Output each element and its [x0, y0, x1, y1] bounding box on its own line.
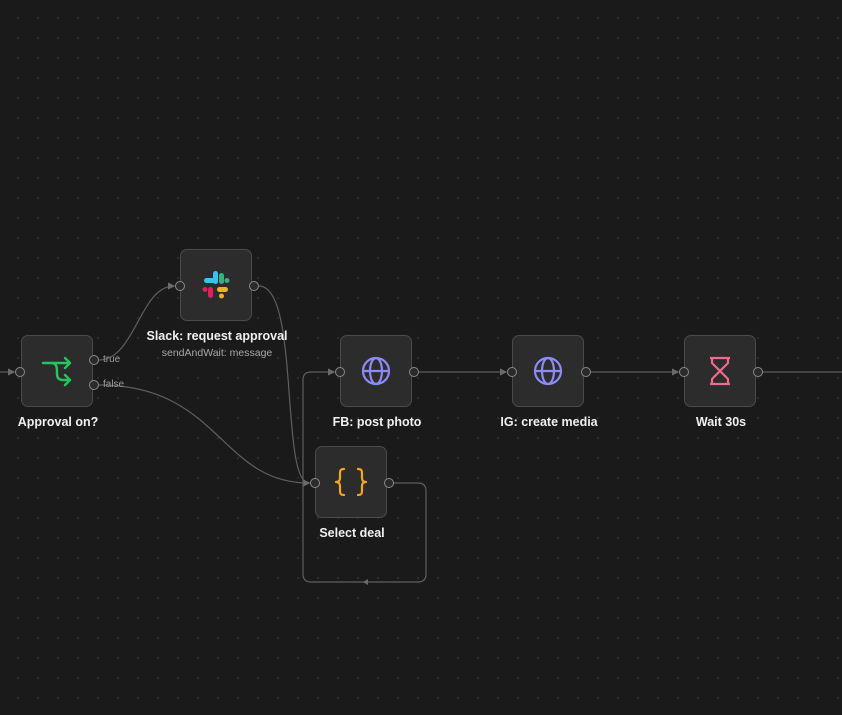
edge-false-to-select[interactable]: [98, 384, 311, 487]
fb-input-handle[interactable]: [335, 367, 345, 377]
select-input-handle[interactable]: [310, 478, 320, 488]
node-fb-post-photo[interactable]: [340, 335, 412, 407]
fb-label: FB: post photo: [332, 415, 422, 429]
false-branch-label: false: [103, 379, 125, 390]
ig-label: IG: create media: [500, 415, 598, 429]
ig-input-handle[interactable]: [507, 367, 517, 377]
fb-output-handle[interactable]: [409, 367, 419, 377]
wait-input-handle[interactable]: [679, 367, 689, 377]
approval-input-handle[interactable]: [15, 367, 25, 377]
approval-false-handle[interactable]: [89, 380, 99, 390]
node-wait[interactable]: [684, 335, 756, 407]
braces-icon: [334, 466, 368, 498]
workflow-canvas[interactable]: true false Approval on? Slack: request a…: [0, 0, 842, 715]
wait-output-handle[interactable]: [753, 367, 763, 377]
node-ig-create-media[interactable]: [512, 335, 584, 407]
node-select-deal[interactable]: [315, 446, 387, 518]
globe-icon: [360, 355, 392, 387]
select-output-handle[interactable]: [384, 478, 394, 488]
select-label: Select deal: [319, 526, 385, 540]
wait-label: Wait 30s: [695, 415, 747, 429]
slack-input-handle[interactable]: [175, 281, 185, 291]
approval-true-handle[interactable]: [89, 355, 99, 365]
approval-label: Approval on?: [17, 415, 99, 429]
branch-icon: [40, 354, 74, 388]
true-branch-label: true: [103, 354, 121, 365]
slack-output-handle[interactable]: [249, 281, 259, 291]
slack-icon: [200, 269, 232, 301]
node-slack[interactable]: [180, 249, 252, 321]
globe-icon: [532, 355, 564, 387]
node-approval[interactable]: [21, 335, 93, 407]
edge-slack-to-select[interactable]: [258, 285, 311, 487]
slack-sublabel: sendAndWait: message: [161, 347, 273, 359]
hourglass-icon: [705, 355, 735, 387]
ig-output-handle[interactable]: [581, 367, 591, 377]
slack-label: Slack: request approval: [146, 329, 288, 343]
